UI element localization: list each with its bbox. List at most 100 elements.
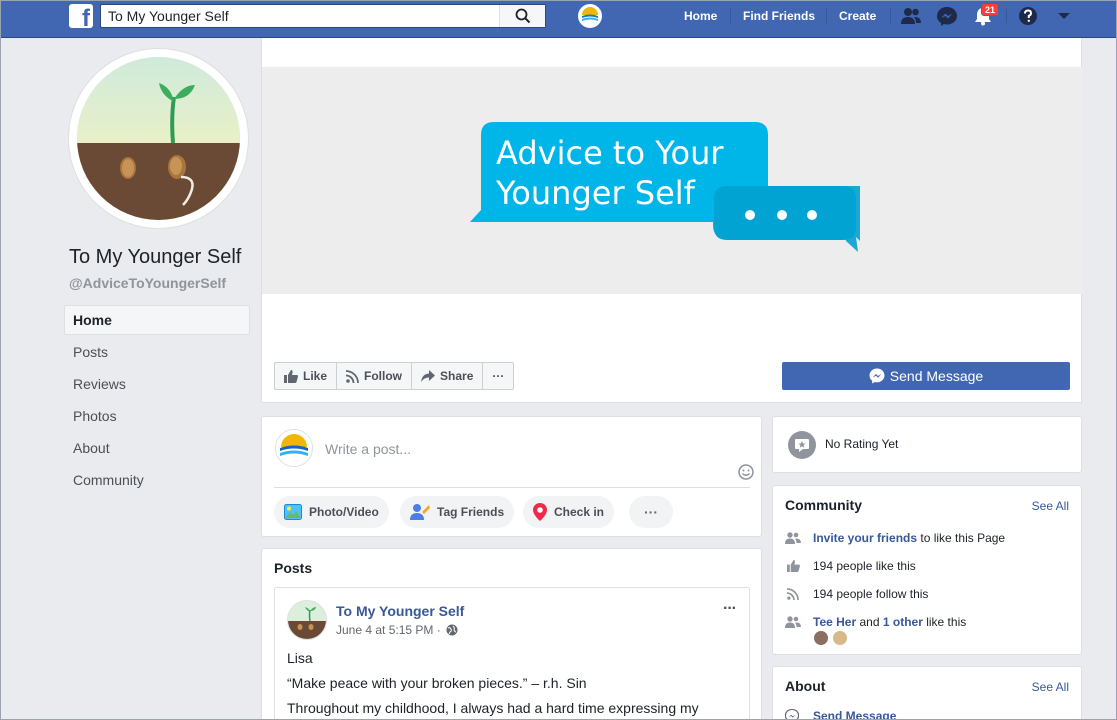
cover-photo[interactable]: Advice to Your Younger Self [262, 67, 1083, 294]
about-title: About [785, 678, 826, 694]
messenger-icon [785, 709, 799, 720]
page-logo-icon[interactable] [578, 4, 602, 28]
friend-avatar[interactable] [813, 630, 829, 646]
page-logo-icon [275, 429, 313, 467]
thumbs-up-icon [786, 560, 800, 572]
post-composer: Write a post... Photo/Video Tag Friends … [261, 416, 762, 537]
composer-divider [274, 487, 750, 488]
like-button[interactable]: Like [275, 363, 338, 389]
search-input[interactable] [101, 5, 501, 27]
page-profile-picture[interactable] [69, 49, 248, 228]
emoji-icon[interactable] [738, 464, 754, 480]
rating-star-icon [788, 431, 816, 459]
nav-create-link[interactable]: Create [829, 0, 886, 32]
posts-section: Posts To My Younger Self June 4 at 5:15 … [261, 548, 762, 720]
location-pin-icon [533, 503, 547, 521]
share-button[interactable]: Share [412, 363, 484, 389]
rating-text: No Rating Yet [825, 437, 899, 451]
invite-friends-link[interactable]: Invite your friends [813, 531, 917, 545]
photo-video-button[interactable]: Photo/Video [274, 496, 389, 528]
community-follows-row: 194 people follow this [785, 587, 928, 601]
more-actions-button[interactable]: ··· [483, 363, 513, 389]
rating-card: No Rating Yet [772, 416, 1082, 473]
sidebar-item-photos[interactable]: Photos [64, 401, 250, 431]
like-label: Like [303, 369, 328, 383]
globe-icon [446, 624, 458, 636]
about-send-message-link[interactable]: Send Message [785, 709, 896, 720]
friends-icon [785, 616, 801, 628]
page-action-bar: Like Follow Share ··· [274, 362, 515, 390]
post-options-button[interactable]: ··· [723, 600, 737, 618]
rss-icon [787, 588, 799, 600]
share-arrow-icon [421, 370, 436, 382]
like-this-text: like this [926, 615, 967, 629]
invite-friends-icon [785, 532, 801, 544]
nav-separator [1006, 9, 1007, 23]
community-title: Community [785, 497, 862, 513]
posts-title: Posts [274, 560, 313, 576]
search-icon [515, 8, 531, 24]
facebook-logo-icon[interactable]: f [69, 4, 93, 28]
follow-button[interactable]: Follow [337, 363, 413, 389]
about-see-all-link[interactable]: See All [1032, 680, 1069, 694]
search-button[interactable] [499, 5, 545, 27]
send-message-button[interactable]: Send Message [782, 362, 1070, 390]
sidebar-item-community[interactable]: Community [64, 465, 250, 495]
composer-more-button[interactable]: ··· [629, 496, 673, 528]
community-see-all-link[interactable]: See All [1032, 499, 1069, 513]
likes-count-text[interactable]: 194 people like this [813, 559, 916, 573]
friend-avatar[interactable] [832, 630, 848, 646]
friend-name-link[interactable]: Tee Her [813, 615, 856, 629]
post-timestamp[interactable]: June 4 at 5:15 PM · [336, 623, 458, 637]
caret-down-icon[interactable] [1053, 6, 1075, 26]
about-card: About See All Send Message [772, 666, 1082, 720]
follow-label: Follow [364, 369, 403, 383]
tag-friends-icon [410, 504, 430, 520]
and-text: and [859, 615, 880, 629]
share-label: Share [440, 369, 474, 383]
nav-home-link[interactable]: Home [674, 0, 727, 32]
cover-section: Advice to Your Younger Self Like Follow … [261, 38, 1083, 403]
tag-friends-button[interactable]: Tag Friends [400, 496, 515, 528]
about-send-message-label: Send Message [813, 709, 897, 720]
tag-friends-label: Tag Friends [437, 505, 505, 519]
top-navigation-bar: f Home Find Friends Create 21 [0, 0, 1117, 38]
help-icon[interactable] [1017, 6, 1039, 26]
nav-separator [826, 9, 827, 23]
page-name[interactable]: To My Younger Self [69, 246, 241, 269]
post-card: To My Younger Self June 4 at 5:15 PM · ·… [274, 587, 750, 720]
nav-separator [730, 9, 731, 23]
post-author-link[interactable]: To My Younger Self [336, 603, 464, 619]
check-in-button[interactable]: Check in [523, 496, 615, 528]
friends-icon[interactable] [900, 6, 922, 26]
nav-separator [890, 9, 891, 23]
post-text-line: Throughout my childhood, I always had a … [287, 700, 699, 716]
post-author-avatar[interactable] [287, 600, 327, 640]
nav-find-friends-link[interactable]: Find Friends [733, 0, 825, 32]
community-card: Community See All Invite your friends to… [772, 485, 1082, 655]
community-friends-like-row: Tee Her and 1 other like this [785, 615, 966, 629]
other-friends-link[interactable]: 1 other [883, 615, 923, 629]
sidebar-item-reviews[interactable]: Reviews [64, 369, 250, 399]
write-post-input[interactable]: Write a post... [325, 441, 411, 457]
cover-line-1: Advice to Your [496, 134, 724, 172]
post-text-line: “Make peace with your broken pieces.” – … [287, 675, 587, 691]
sprout-illustration [77, 57, 240, 220]
thumbs-up-icon [284, 369, 298, 383]
search-box [100, 4, 546, 28]
sidebar-item-posts[interactable]: Posts [64, 337, 250, 367]
send-message-label: Send Message [889, 368, 984, 384]
post-time-text: June 4 at 5:15 PM · [336, 623, 441, 637]
sidebar-item-home[interactable]: Home [64, 305, 250, 335]
sidebar-item-about[interactable]: About [64, 433, 250, 463]
page-handle[interactable]: @AdviceToYoungerSelf [69, 275, 226, 291]
community-likes-row: 194 people like this [785, 559, 916, 573]
follows-count-text[interactable]: 194 people follow this [813, 587, 928, 601]
cover-headline: Advice to Your Younger Self [496, 133, 724, 213]
notification-badge: 21 [981, 3, 1000, 16]
messenger-icon[interactable] [936, 6, 958, 26]
messenger-icon [869, 368, 885, 384]
post-text-line: Lisa [287, 650, 313, 666]
photo-video-label: Photo/Video [309, 505, 379, 519]
check-in-label: Check in [554, 505, 605, 519]
